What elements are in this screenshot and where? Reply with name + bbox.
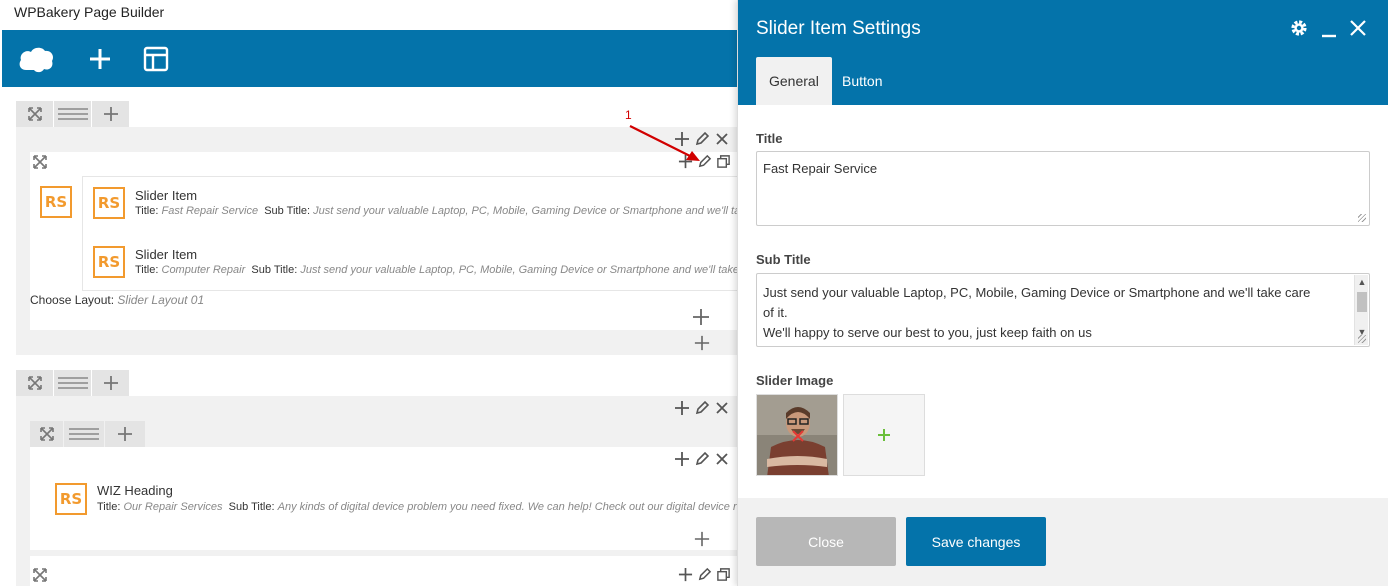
panel-header: Slider Item Settings General Button: [738, 0, 1388, 105]
cloud-logo-icon[interactable]: [14, 30, 58, 87]
row-layout-icon[interactable]: [54, 101, 91, 127]
row-layout-icon[interactable]: [54, 370, 91, 396]
element-actions: [678, 567, 737, 582]
subtitle-line: of it.: [763, 305, 788, 320]
plus-icon: [90, 48, 110, 69]
layout-template-icon: [143, 46, 169, 71]
row-add-column-icon[interactable]: [92, 370, 129, 396]
param-label: Sub Title: [228, 501, 272, 513]
gear-icon[interactable]: [1289, 18, 1309, 38]
row-resize-icon[interactable]: [16, 101, 53, 127]
row-resize-icon[interactable]: [16, 370, 53, 396]
pencil-icon[interactable]: [694, 400, 710, 416]
rs-logo-icon: RS: [55, 483, 87, 515]
row-resize-icon[interactable]: [30, 421, 63, 447]
param-value: Fast Repair Service: [161, 205, 259, 217]
inner-row-controls: [30, 421, 146, 447]
rs-logo-icon: RS: [93, 187, 125, 219]
save-changes-button[interactable]: Save changes: [906, 517, 1046, 566]
builder-title: WPBakery Page Builder: [14, 4, 165, 20]
slider-image-label: Slider Image: [756, 373, 834, 388]
close-icon[interactable]: [714, 451, 730, 467]
param-value: Computer Repair: [161, 264, 246, 276]
param-label: Sub Title: [264, 205, 308, 217]
title-field[interactable]: Fast Repair Service: [756, 151, 1370, 226]
param-label: Title: [135, 205, 156, 217]
add-image-button[interactable]: [843, 394, 925, 476]
element-params: Title: Computer Repair Sub Title: Just s…: [135, 264, 737, 276]
title-label: Title: [756, 131, 783, 146]
resize-grip-icon[interactable]: [1358, 335, 1366, 343]
layout-param: Choose Layout: Slider Layout 01: [30, 293, 205, 307]
add-element-button[interactable]: [80, 30, 120, 87]
element-name[interactable]: Slider Item: [135, 188, 197, 203]
row-2-actions: [674, 400, 730, 416]
plus-icon[interactable]: [678, 567, 693, 582]
builder-toolbar: [2, 30, 737, 87]
row-controls: [16, 370, 130, 396]
pencil-icon[interactable]: [694, 451, 710, 467]
param-label: Title: [97, 501, 118, 513]
subtitle-line: We'll happy to serve our best to you, ju…: [763, 325, 1092, 340]
templates-button[interactable]: [136, 30, 176, 87]
element-resize-icon[interactable]: [33, 568, 47, 582]
remove-image-icon[interactable]: [792, 430, 804, 442]
scrollbar-thumb[interactable]: [1357, 292, 1367, 312]
param-value: Just send your valuable Laptop, PC, Mobi…: [313, 205, 737, 217]
row-layout-icon[interactable]: [64, 421, 104, 447]
param-label: Choose Layout: [30, 293, 111, 307]
panel-actions: [1289, 18, 1367, 38]
subtitle-label: Sub Title: [756, 252, 811, 267]
tab-button[interactable]: Button: [829, 57, 895, 105]
panel-body: Title Fast Repair Service Sub Title Just…: [738, 105, 1388, 498]
clone-icon[interactable]: [716, 154, 731, 169]
row-2-column: [30, 447, 737, 550]
plus-icon[interactable]: [674, 451, 690, 467]
annotation-number: 1: [625, 108, 632, 122]
column-actions: [674, 451, 730, 467]
pencil-icon[interactable]: [697, 567, 712, 582]
close-icon[interactable]: [714, 131, 730, 147]
title-value: Fast Repair Service: [763, 161, 878, 176]
settings-panel: Slider Item Settings General Button Titl…: [737, 0, 1388, 586]
panel-footer: Close Save changes: [738, 498, 1388, 586]
row-controls: [16, 101, 130, 127]
chevron-up-icon[interactable]: ▲: [1355, 275, 1369, 289]
element-params: Title: Fast Repair Service Sub Title: Ju…: [135, 205, 737, 217]
param-value: Just send your valuable Laptop, PC, Mobi…: [300, 264, 737, 276]
element-resize-icon[interactable]: [33, 155, 47, 169]
add-element-plus-icon[interactable]: [694, 531, 710, 547]
rs-logo-icon: RS: [40, 186, 72, 218]
param-label: Sub Title: [251, 264, 295, 276]
close-button[interactable]: Close: [756, 517, 896, 566]
param-value: Our Repair Services: [123, 501, 223, 513]
element-name[interactable]: WIZ Heading: [97, 483, 173, 498]
element-params: Title: Our Repair Services Sub Title: An…: [97, 501, 737, 513]
page-builder: WPBakery Page Builder 1 RS RS Slider Ite…: [0, 0, 737, 586]
add-column-plus-icon[interactable]: [694, 335, 710, 351]
minimize-icon[interactable]: [1321, 18, 1337, 38]
add-element-plus-icon[interactable]: [692, 308, 710, 326]
panel-title: Slider Item Settings: [756, 18, 921, 39]
plus-icon[interactable]: [674, 400, 690, 416]
clone-icon[interactable]: [716, 567, 731, 582]
element-name[interactable]: Slider Item: [135, 247, 197, 262]
annotation-arrow: [629, 125, 700, 161]
resize-grip-icon[interactable]: [1358, 214, 1366, 222]
row-3-column: [30, 556, 737, 586]
close-icon[interactable]: [1349, 19, 1367, 37]
param-label: Title: [135, 264, 156, 276]
param-value: Slider Layout 01: [117, 293, 205, 307]
rs-logo-icon: RS: [93, 246, 125, 278]
plus-icon: [878, 429, 890, 441]
subtitle-field[interactable]: Just send your valuable Laptop, PC, Mobi…: [756, 273, 1370, 347]
subtitle-line: Just send your valuable Laptop, PC, Mobi…: [763, 285, 1311, 300]
close-icon[interactable]: [714, 400, 730, 416]
param-value: Any kinds of digital device problem you …: [277, 501, 737, 513]
slider-image-thumbnail[interactable]: [756, 394, 838, 476]
row-add-column-icon[interactable]: [92, 101, 129, 127]
tab-general[interactable]: General: [756, 57, 832, 105]
row-add-column-icon[interactable]: [105, 421, 145, 447]
